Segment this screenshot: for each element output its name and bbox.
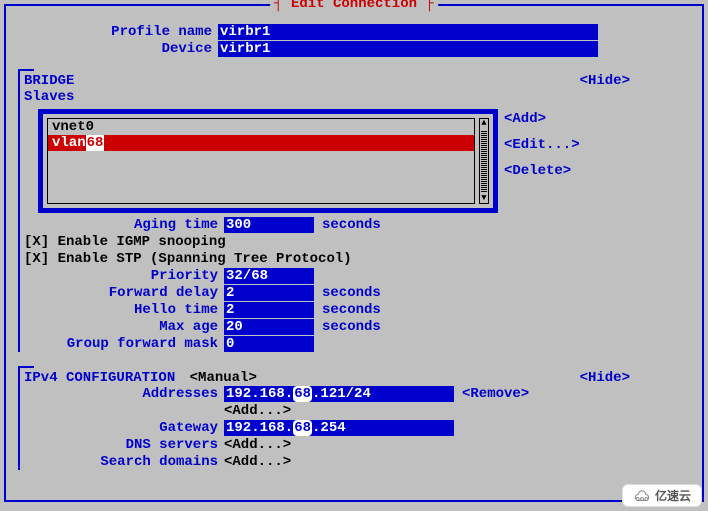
- group-mask-label: Group forward mask: [24, 336, 224, 352]
- scroll-up-icon[interactable]: ▲: [481, 119, 486, 128]
- search-domains-label: Search domains: [24, 454, 224, 470]
- remove-address-button[interactable]: <Remove>: [454, 386, 529, 402]
- fwd-delay-input[interactable]: 2: [224, 285, 314, 301]
- ipv4-hide-button[interactable]: <Hide>: [580, 370, 630, 386]
- list-item[interactable]: vnet0: [48, 119, 474, 135]
- bridge-hide-button[interactable]: <Hide>: [580, 73, 630, 89]
- profile-name-input[interactable]: virbr1: [218, 24, 598, 40]
- max-age-input[interactable]: 20: [224, 319, 314, 335]
- add-address-button[interactable]: <Add...>: [224, 403, 291, 419]
- delete-slave-button[interactable]: <Delete>: [504, 163, 580, 179]
- profile-name-label: Profile name: [18, 24, 218, 40]
- aging-time-label: Aging time: [24, 217, 224, 233]
- device-label: Device: [18, 41, 218, 57]
- ipv4-section: IPv4 CONFIGURATION <Manual> <Hide> Addre…: [18, 366, 690, 470]
- fwd-delay-label: Forward delay: [24, 285, 224, 301]
- hello-time-input[interactable]: 2: [224, 302, 314, 318]
- priority-label: Priority: [24, 268, 224, 284]
- addresses-label: Addresses: [24, 386, 224, 402]
- igmp-checkbox[interactable]: [X] Enable IGMP snooping: [24, 234, 690, 250]
- ipv4-header: IPv4 CONFIGURATION: [24, 370, 175, 386]
- device-input[interactable]: virbr1: [218, 41, 598, 57]
- edit-slave-button[interactable]: <Edit...>: [504, 137, 580, 153]
- gateway-label: Gateway: [24, 420, 224, 436]
- cloud-icon: [633, 489, 651, 503]
- window-title: ┤ Edit Connection ├: [270, 0, 438, 12]
- group-mask-input[interactable]: 0: [224, 336, 314, 352]
- slaves-label: Slaves: [24, 89, 690, 105]
- aging-unit: seconds: [314, 217, 381, 233]
- dns-label: DNS servers: [24, 437, 224, 453]
- stp-checkbox[interactable]: [X] Enable STP (Spanning Tree Protocol): [24, 251, 690, 267]
- hello-time-label: Hello time: [24, 302, 224, 318]
- scroll-thumb[interactable]: [481, 130, 487, 192]
- scrollbar[interactable]: ▲ ▼: [479, 118, 489, 204]
- gateway-input[interactable]: 192.168.68.254: [224, 420, 454, 436]
- slaves-listbox[interactable]: vnet0 vlan68 ▲ ▼: [38, 109, 498, 213]
- scroll-down-icon[interactable]: ▼: [481, 194, 486, 203]
- watermark: 亿速云: [622, 484, 702, 507]
- list-item-selected[interactable]: vlan68: [48, 135, 474, 151]
- address-input[interactable]: 192.168.68.121/24: [224, 386, 454, 402]
- bridge-header: BRIDGE: [24, 73, 74, 89]
- priority-input[interactable]: 32/68: [224, 268, 314, 284]
- max-age-label: Max age: [24, 319, 224, 335]
- bridge-section: BRIDGE <Hide> Slaves vnet0 vlan68 ▲ ▼: [18, 69, 690, 352]
- main-frame: ┤ Edit Connection ├ Profile name virbr1 …: [4, 4, 704, 502]
- add-dns-button[interactable]: <Add...>: [224, 437, 291, 453]
- add-search-domain-button[interactable]: <Add...>: [224, 454, 291, 470]
- add-slave-button[interactable]: <Add>: [504, 111, 580, 127]
- aging-time-input[interactable]: 300: [224, 217, 314, 233]
- ipv4-mode-select[interactable]: <Manual>: [184, 370, 257, 386]
